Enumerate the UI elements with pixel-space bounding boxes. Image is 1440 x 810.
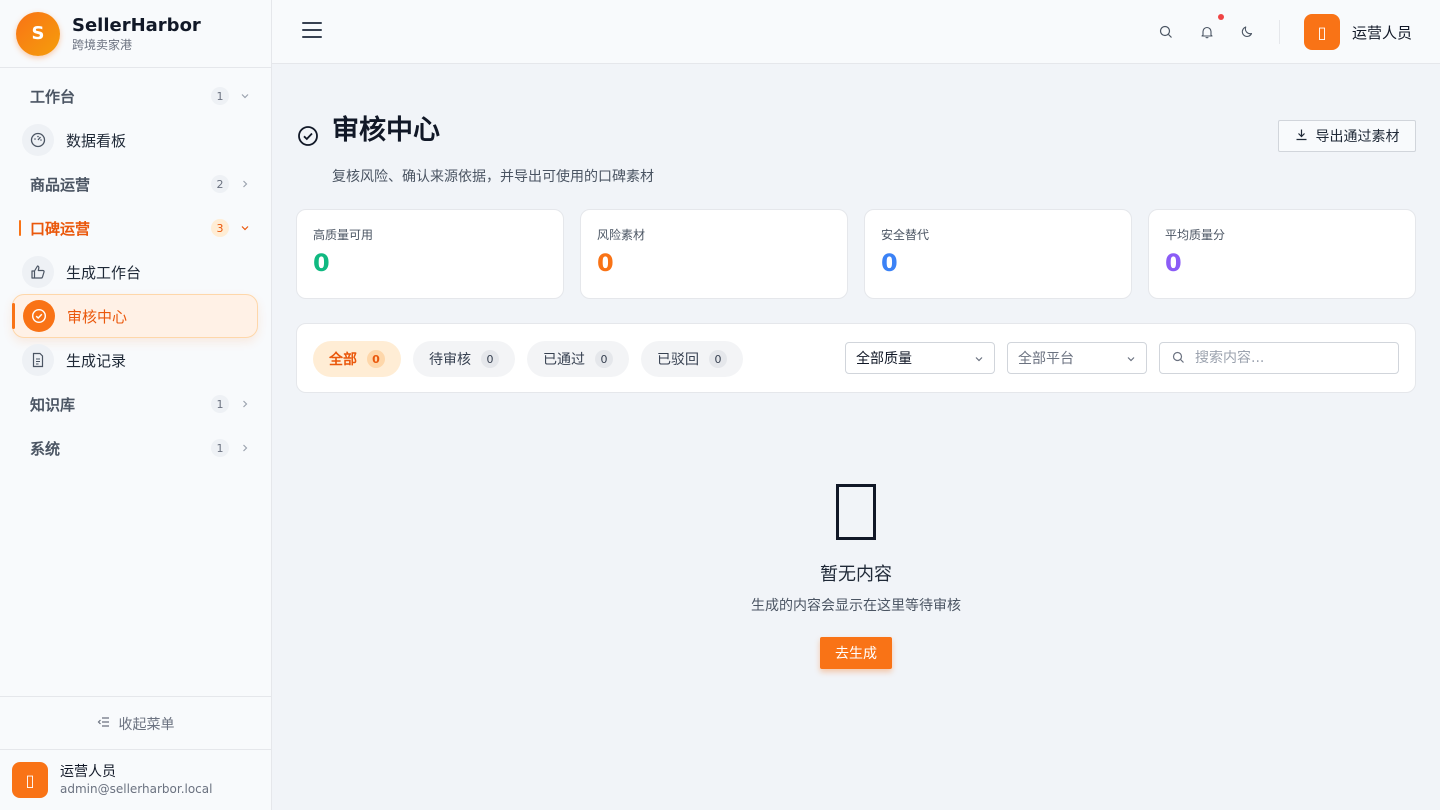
filter-chip-rejected[interactable]: 已驳回 0 <box>641 341 743 377</box>
check-circle-icon <box>23 300 55 332</box>
stat-label: 平均质量分 <box>1165 228 1226 242</box>
stat-label: 安全替代 <box>881 228 930 242</box>
stat-label: 高质量可用 <box>313 228 374 242</box>
top-header: ▯ 运营人员 <box>272 0 1440 64</box>
notification-dot <box>1218 14 1224 20</box>
chip-count: 0 <box>481 350 499 368</box>
filter-chip-approved[interactable]: 已通过 0 <box>527 341 629 377</box>
chevron-right-icon <box>239 442 251 454</box>
chip-count: 0 <box>709 350 727 368</box>
brand-logo[interactable]: S <box>16 11 60 56</box>
filter-bar: 全部 0 待审核 0 已通过 0 已驳回 0 全部质量 全部平台 <box>296 323 1416 393</box>
chip-label: 全部 <box>329 352 357 368</box>
sidebar-item-label: 审核中心 <box>67 307 128 326</box>
quality-select[interactable]: 全部质量 <box>845 342 995 374</box>
chip-label: 已驳回 <box>657 352 699 368</box>
dashboard-gauge-icon <box>22 124 54 156</box>
sidebar-item-label: 生成工作台 <box>66 263 142 282</box>
nav-group-label: 知识库 <box>30 395 76 414</box>
empty-state-title: 暂无内容 <box>820 564 892 585</box>
sidebar-user-email: admin@sellerharbor.local <box>60 782 213 796</box>
page-subtitle: 复核风险、确认来源依据，并导出可使用的口碑素材 <box>332 169 654 185</box>
nav-group-count: 2 <box>211 175 229 193</box>
chip-count: 0 <box>595 350 613 368</box>
page-title: 审核中心 <box>332 115 440 146</box>
chevron-down-icon <box>1126 352 1136 368</box>
chevron-right-icon <box>239 178 251 190</box>
stat-value: 0 <box>1165 249 1182 277</box>
search-icon[interactable] <box>1156 22 1176 42</box>
document-icon <box>22 344 54 376</box>
main-content: 审核中心 复核风险、确认来源依据，并导出可使用的口碑素材 导出通过素材 高质量可… <box>272 64 1440 810</box>
stat-card-avg-quality: 平均质量分 0 <box>1148 209 1416 299</box>
chevron-right-icon <box>239 398 251 410</box>
nav-group-knowledge[interactable]: 知识库 1 <box>0 382 271 426</box>
nav-group-label: 口碑运营 <box>30 219 91 238</box>
search-box <box>1159 342 1399 374</box>
chevron-down-icon <box>239 222 251 234</box>
nav-group-workbench[interactable]: 工作台 1 <box>0 74 271 118</box>
nav-group-system[interactable]: 系统 1 <box>0 426 271 470</box>
nav-group-label: 系统 <box>30 439 61 458</box>
nav-group-label: 工作台 <box>30 87 76 106</box>
header-divider <box>1279 20 1280 44</box>
brand: S SellerHarbor 跨境卖家港 <box>0 0 271 68</box>
empty-state-description: 生成的内容会显示在这里等待审核 <box>751 598 961 614</box>
avatar[interactable]: ▯ <box>1304 14 1340 50</box>
platform-select[interactable]: 全部平台 <box>1007 342 1147 374</box>
check-circle-icon <box>297 125 319 147</box>
nav-group-count: 1 <box>211 87 229 105</box>
chip-label: 待审核 <box>429 352 471 368</box>
brand-name: SellerHarbor <box>72 14 201 36</box>
filter-chip-all[interactable]: 全部 0 <box>313 341 401 377</box>
chip-count: 0 <box>367 350 385 368</box>
collapse-menu-icon <box>97 715 111 733</box>
moon-icon[interactable] <box>1237 22 1257 42</box>
empty-box-icon <box>836 484 876 540</box>
sidebar-item-generate-records[interactable]: 生成记录 <box>12 338 258 382</box>
nav-group-count: 1 <box>211 439 229 457</box>
sidebar-user-name: 运营人员 <box>60 764 116 780</box>
stat-value: 0 <box>881 249 898 277</box>
header-user-name[interactable]: 运营人员 <box>1352 22 1412 43</box>
quality-select-value: 全部质量 <box>856 351 912 367</box>
chip-label: 已通过 <box>543 352 585 368</box>
search-icon <box>1172 349 1185 368</box>
sidebar-item-review-center[interactable]: 审核中心 <box>12 294 258 338</box>
collapse-menu-label: 收起菜单 <box>118 716 175 733</box>
stat-value: 0 <box>597 249 614 277</box>
sidebar-item-label: 数据看板 <box>66 131 127 150</box>
nav-group-label: 商品运营 <box>30 175 91 194</box>
nav-group-products[interactable]: 商品运营 2 <box>0 162 271 206</box>
collapse-menu-button[interactable]: 收起菜单 <box>0 696 271 750</box>
sidebar-nav: 工作台 1 数据看板 商品运营 2 口碑运营 3 生成工作台 审核中心 生成记录… <box>0 68 271 470</box>
thumbs-up-icon <box>22 256 54 288</box>
stat-value: 0 <box>313 249 330 277</box>
chevron-down-icon <box>974 352 984 368</box>
menu-toggle-icon[interactable] <box>302 22 322 40</box>
sidebar-user[interactable]: ▯ 运营人员 admin@sellerharbor.local <box>0 749 271 810</box>
chevron-down-icon <box>239 90 251 102</box>
sidebar: S SellerHarbor 跨境卖家港 工作台 1 数据看板 商品运营 2 口… <box>0 0 272 810</box>
export-button-label: 导出通过素材 <box>1315 129 1400 145</box>
sidebar-item-label: 生成记录 <box>66 351 127 370</box>
stat-card-risk: 风险素材 0 <box>580 209 848 299</box>
platform-select-value: 全部平台 <box>1018 351 1074 367</box>
avatar: ▯ <box>12 762 48 798</box>
search-input[interactable] <box>1195 350 1385 366</box>
go-generate-button[interactable]: 去生成 <box>820 637 892 669</box>
nav-group-count: 3 <box>211 219 229 237</box>
filter-chip-pending[interactable]: 待审核 0 <box>413 341 515 377</box>
stat-card-high-quality: 高质量可用 0 <box>296 209 564 299</box>
sidebar-item-dashboard[interactable]: 数据看板 <box>12 118 258 162</box>
download-icon <box>1295 128 1308 145</box>
nav-group-reputation[interactable]: 口碑运营 3 <box>0 206 271 250</box>
nav-group-count: 1 <box>211 395 229 413</box>
sidebar-item-generate-workbench[interactable]: 生成工作台 <box>12 250 258 294</box>
stat-card-safe-alternative: 安全替代 0 <box>864 209 1132 299</box>
stat-label: 风险素材 <box>597 228 646 242</box>
export-approved-button[interactable]: 导出通过素材 <box>1278 120 1416 152</box>
brand-subtitle: 跨境卖家港 <box>72 37 133 52</box>
bell-icon[interactable] <box>1197 22 1217 42</box>
